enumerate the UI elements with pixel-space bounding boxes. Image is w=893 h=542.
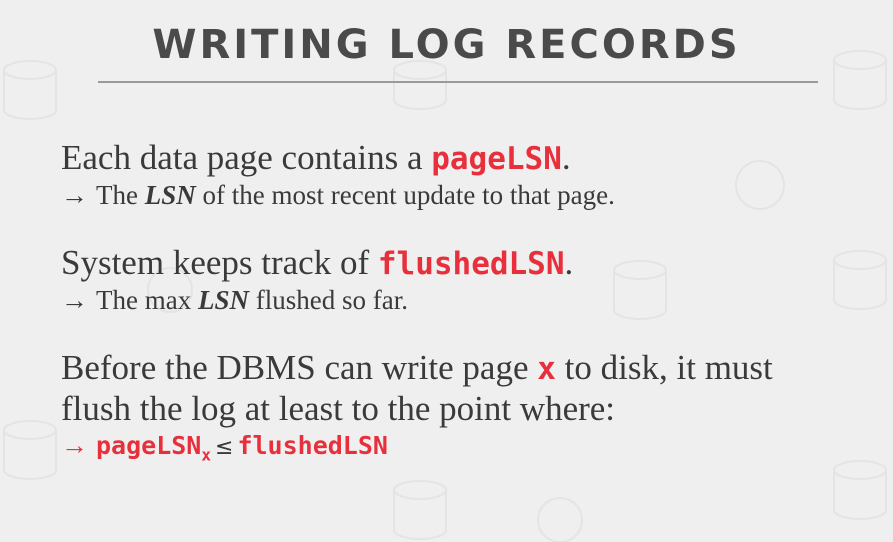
bullet-text: to disk, it must <box>555 348 773 387</box>
sub-text: flushed so far. <box>248 285 408 315</box>
slide-title: WRITING LOG RECORDS <box>152 22 741 68</box>
code-flushedlsn: flushedLSN <box>377 246 565 282</box>
sub-bullet-condition: → pageLSNx ≤ flushedLSN <box>61 429 861 471</box>
sub-text: The max <box>96 285 198 315</box>
bullet-text: . <box>564 243 574 282</box>
bullet-block-pagelsn: Each data page contains a pageLSN. → The … <box>61 138 861 211</box>
bullet-main-line2: flush the log at least to the point wher… <box>61 389 616 428</box>
subscript-x: x <box>201 445 211 465</box>
arrow-icon: → <box>61 430 88 460</box>
sub-bullet: → The LSN of the most recent update to th… <box>61 179 861 211</box>
slide-content: Each data page contains a pageLSN. → The … <box>61 138 861 503</box>
bullet-text: Each data page contains a <box>61 138 432 177</box>
leq-operator: ≤ <box>215 435 234 460</box>
bullet-main: Each data page contains a pageLSN. <box>61 138 861 179</box>
bullet-block-write-rule: Before the DBMS can write page x to disk… <box>61 348 861 471</box>
sub-bullet: → The max LSN flushed so far. <box>61 284 861 316</box>
sub-text: of the most recent update to that page. <box>195 180 615 210</box>
code-page-x: x <box>537 351 556 387</box>
code-pagelsn: pageLSN <box>96 431 202 460</box>
bullet-main: System keeps track of flushedLSN. <box>61 243 861 284</box>
bullet-text: Before the DBMS can write page <box>61 348 538 387</box>
emphasis-lsn: LSN <box>197 285 249 315</box>
code-pagelsn: pageLSN <box>431 141 562 177</box>
bullet-main: Before the DBMS can write page x to disk… <box>61 348 861 389</box>
bullet-text: System keeps track of <box>61 243 378 282</box>
arrow-icon: → <box>61 180 88 210</box>
emphasis-lsn: LSN <box>144 180 196 210</box>
sub-text: The <box>96 180 145 210</box>
bullet-block-flushedlsn: System keeps track of flushedLSN. → The m… <box>61 243 861 316</box>
title-divider <box>98 81 818 83</box>
arrow-icon: → <box>61 285 88 315</box>
bullet-text: . <box>561 138 571 177</box>
code-flushedlsn: flushedLSN <box>237 431 388 460</box>
